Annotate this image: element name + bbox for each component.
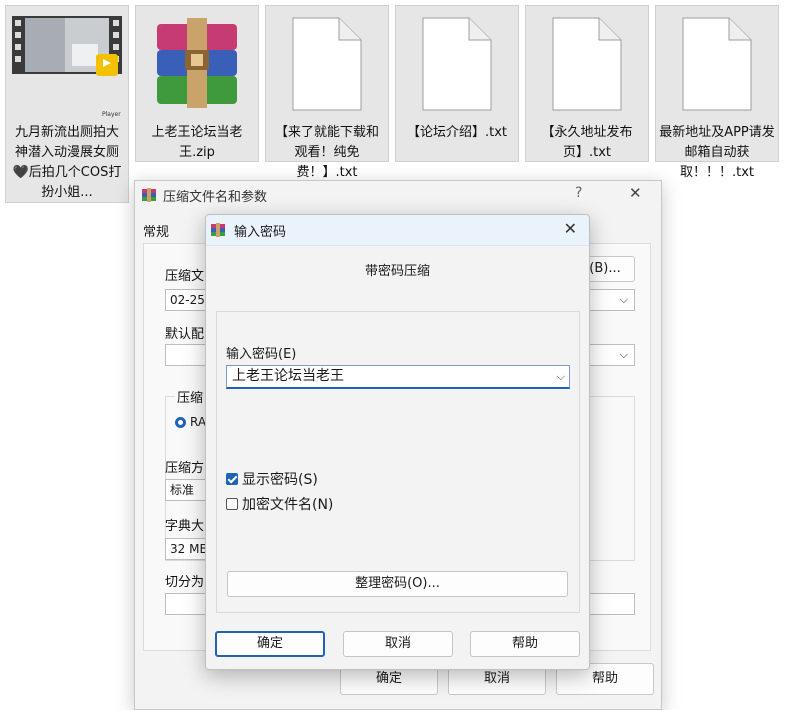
file-name: 【论坛介绍】.txt xyxy=(406,125,508,140)
compression-method-label: 压缩方 xyxy=(165,461,205,476)
format-rar-label: RA xyxy=(190,415,207,429)
video-thumbnail-icon xyxy=(12,16,122,76)
show-password-checkbox[interactable]: 显示密码(S) xyxy=(226,469,318,489)
winrar-app-icon xyxy=(211,223,225,237)
file-name: 最新地址及APP请发邮箱自动获取！！！.txt xyxy=(659,125,775,180)
archive-name-label: 压缩文 xyxy=(165,269,205,284)
player-badge-label: Player xyxy=(102,111,121,118)
password-input[interactable]: 上老王论坛当老王 ⌵ xyxy=(226,365,570,389)
text-file-icon xyxy=(552,17,622,111)
checkbox-unchecked-icon xyxy=(226,498,238,510)
password-dialog-title: 输入密码 xyxy=(234,225,287,240)
file-name: 【永久地址发布页】.txt xyxy=(541,125,633,160)
tab-general[interactable]: 常规 xyxy=(143,221,169,240)
organize-passwords-button[interactable]: 整理密码(O)... xyxy=(227,571,568,597)
default-profile-label: 默认配 xyxy=(165,327,205,342)
file-tile-txt[interactable]: 【永久地址发布页】.txt xyxy=(525,5,649,162)
file-tile-txt[interactable]: 【来了就能下载和观看！纯免费！】.txt xyxy=(265,5,389,180)
archive-dialog-titlebar[interactable]: 压缩文件名和参数 ? ✕ xyxy=(135,181,661,209)
archive-dialog-title: 压缩文件名和参数 xyxy=(163,190,268,205)
chevron-down-icon: ⌵ xyxy=(619,348,628,361)
show-password-label: 显示密码(S) xyxy=(242,472,318,488)
dictionary-size-label: 字典大 xyxy=(165,519,205,534)
file-tile-txt[interactable]: 最新地址及APP请发邮箱自动获取！！！.txt xyxy=(655,5,779,180)
file-tile-txt[interactable]: 【论坛介绍】.txt xyxy=(395,5,519,162)
password-dialog-titlebar[interactable]: 输入密码 ✕ xyxy=(206,215,589,246)
winrar-archive-icon xyxy=(157,18,237,108)
chevron-down-icon[interactable]: ⌵ xyxy=(557,366,565,387)
text-file-icon xyxy=(422,17,492,111)
enter-password-dialog: 输入密码 ✕ 带密码压缩 输入密码(E) 上老王论坛当老王 ⌵ 显示密码(S) … xyxy=(205,214,590,670)
format-rar-radio[interactable]: RA xyxy=(175,415,206,429)
text-file-icon xyxy=(292,17,362,111)
password-value: 上老王论坛当老王 xyxy=(232,368,344,384)
chevron-down-icon: ⌵ xyxy=(619,293,628,306)
file-name: 【来了就能下载和观看！纯免费！】.txt xyxy=(274,125,379,180)
file-tile-video[interactable]: Player 九月新流出厕拍大神潜入动漫展女厕🖤后拍几个COS打扮小姐... xyxy=(5,5,129,203)
checkbox-checked-icon xyxy=(226,473,238,485)
radio-selected-icon xyxy=(175,416,186,428)
ok-button[interactable]: 确定 xyxy=(215,631,325,657)
cancel-button[interactable]: 取消 xyxy=(343,631,453,657)
winrar-app-icon xyxy=(142,188,156,202)
text-file-icon xyxy=(682,17,752,111)
archive-format-label: 压缩 xyxy=(175,387,206,406)
file-name: 九月新流出厕拍大神潜入动漫展女厕🖤后拍几个COS打扮小姐... xyxy=(12,125,122,200)
help-button[interactable]: 帮助 xyxy=(470,631,580,657)
encrypt-filenames-checkbox[interactable]: 加密文件名(N) xyxy=(226,494,333,514)
close-icon[interactable]: ✕ xyxy=(629,184,642,202)
file-name: 上老王论坛当老王.zip xyxy=(151,125,243,160)
file-tile-zip[interactable]: 上老王论坛当老王.zip xyxy=(135,5,259,162)
help-icon[interactable]: ? xyxy=(575,185,582,201)
close-icon[interactable]: ✕ xyxy=(564,219,577,238)
password-label: 输入密码(E) xyxy=(226,347,297,362)
password-dialog-heading: 带密码压缩 xyxy=(364,264,430,279)
split-volumes-label: 切分为 xyxy=(165,575,205,590)
encrypt-filenames-label: 加密文件名(N) xyxy=(242,497,334,513)
archive-name-value: 02-25- xyxy=(170,293,210,307)
